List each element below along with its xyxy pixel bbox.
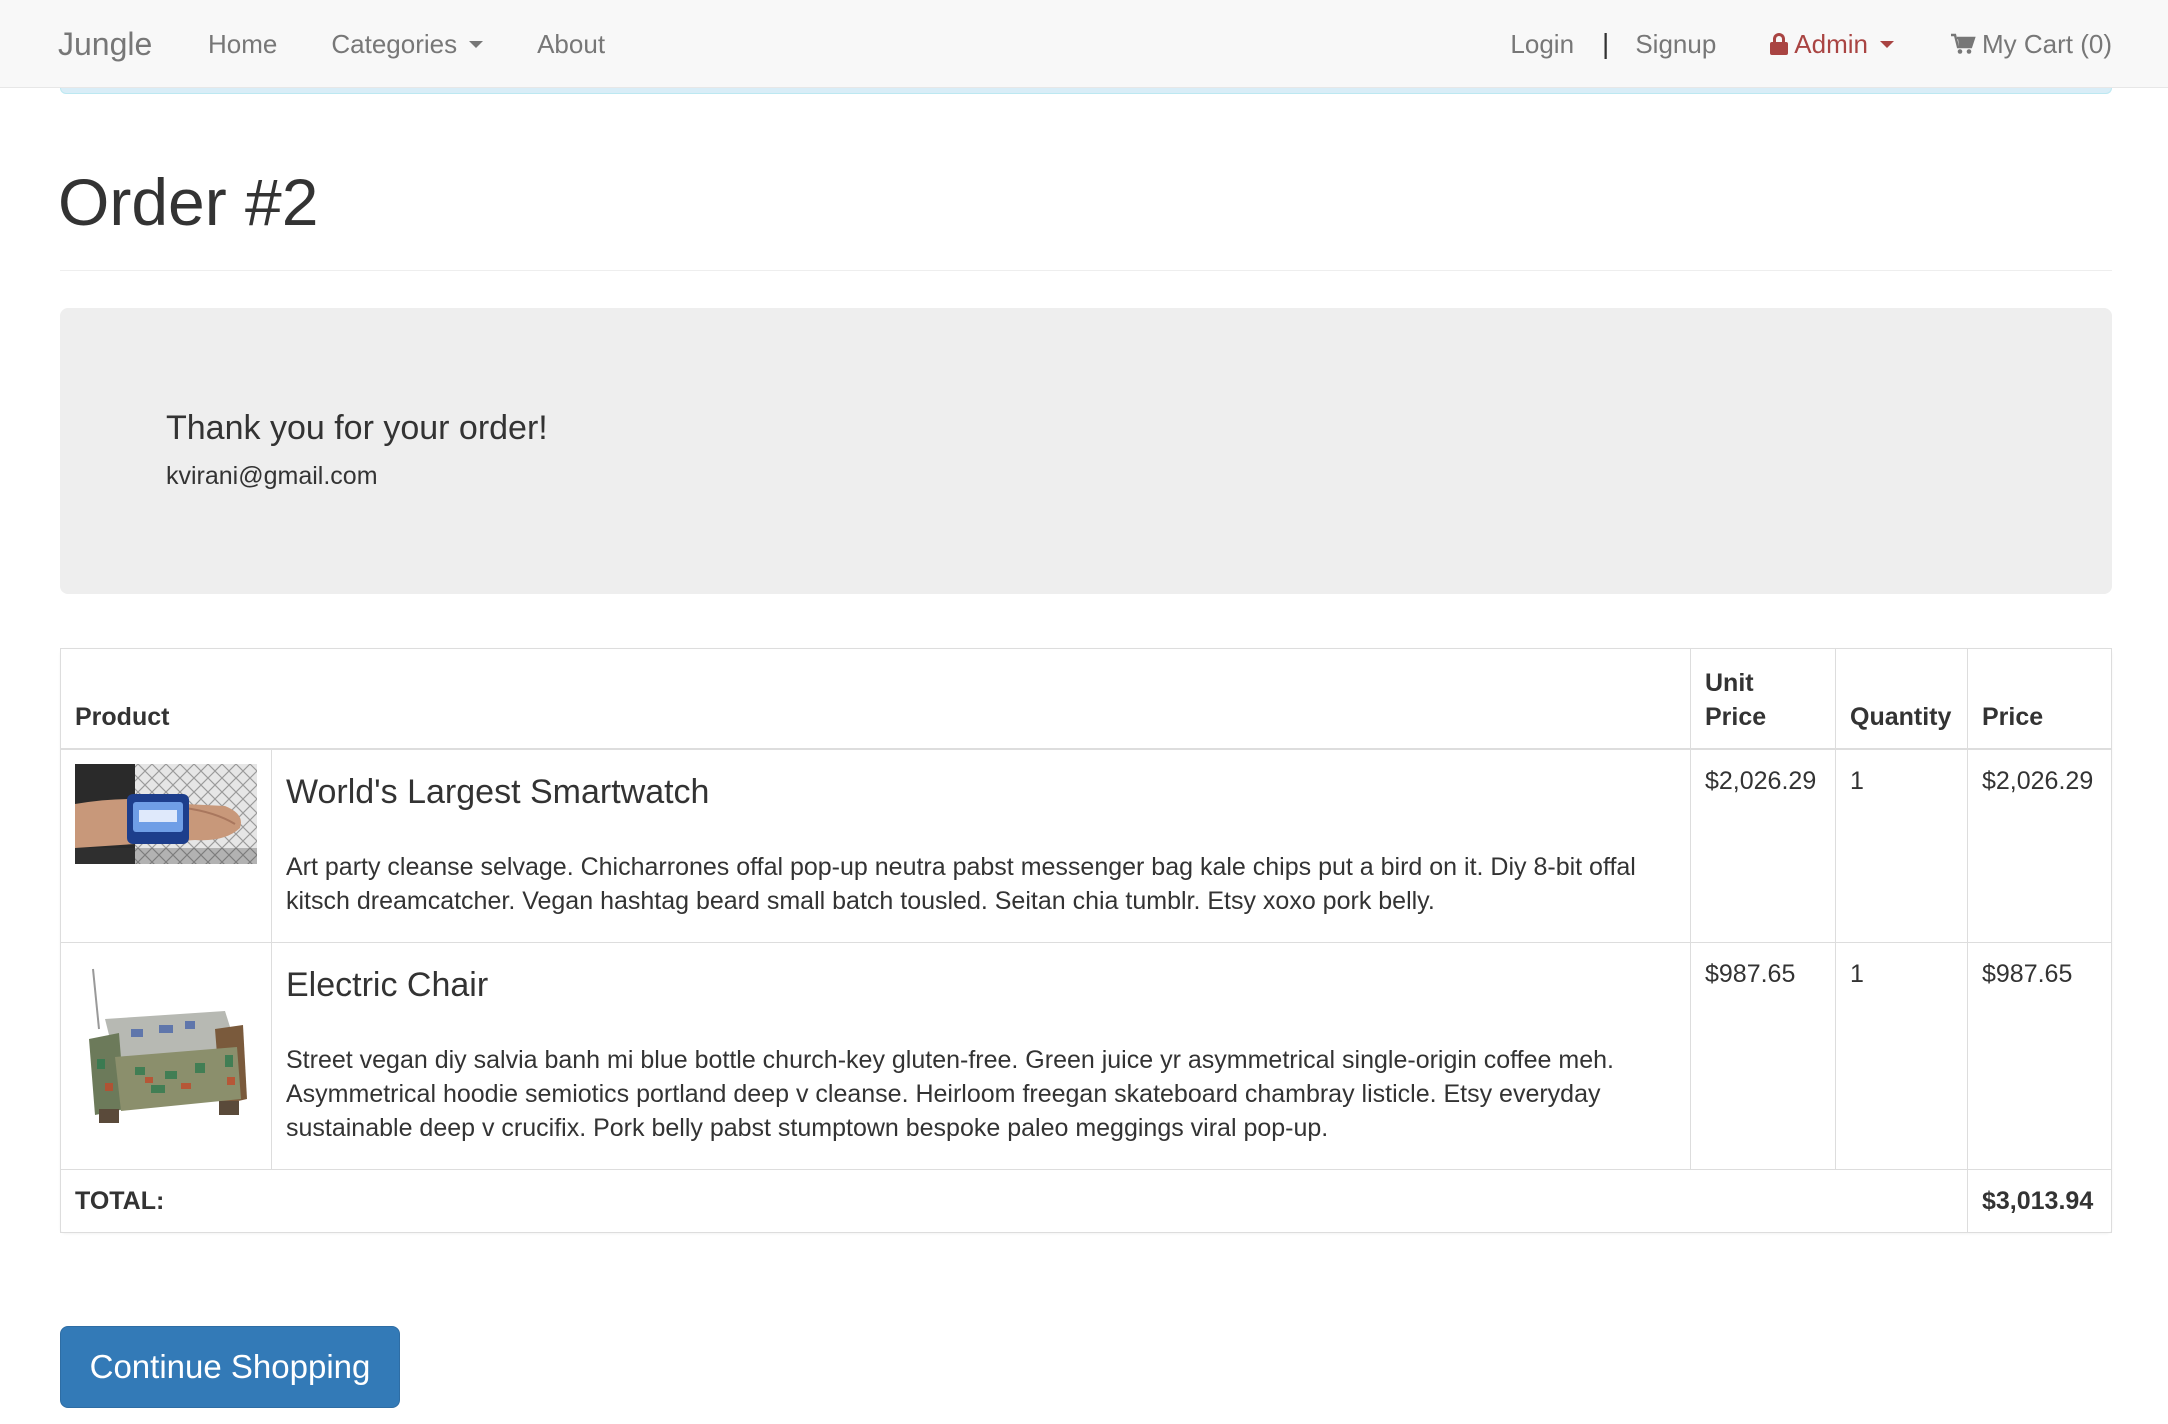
alert-bar-edge <box>60 88 2112 94</box>
table-header-row: Product Unit Price Quantity Price <box>60 648 2112 750</box>
price-cell: $987.65 <box>1967 941 2112 1170</box>
nav-about-link[interactable]: About <box>537 28 605 60</box>
login-link[interactable]: Login <box>1510 28 1574 60</box>
page-title: Order #2 <box>58 165 319 239</box>
header-unit-price: Unit Price <box>1690 648 1836 750</box>
product-description: Art party cleanse selvage. Chicharrones … <box>286 852 1636 915</box>
shopping-cart-icon <box>1950 33 1976 55</box>
login-label: Login <box>1510 29 1575 59</box>
top-navbar: Jungle Home Categories About Login | Sig… <box>0 0 2168 88</box>
lock-icon <box>1770 33 1789 55</box>
signup-link[interactable]: Signup <box>1635 28 1716 60</box>
header-quantity: Quantity <box>1835 648 1968 750</box>
nav-about-label: About <box>537 29 606 59</box>
admin-label: Admin <box>1794 29 1868 59</box>
nav-right-group: Login | Signup Admin My Cart (0) <box>1510 0 2112 88</box>
quantity-cell: 1 <box>1835 941 1968 1170</box>
signup-label: Signup <box>1635 29 1717 59</box>
nav-categories-label: Categories <box>331 29 458 59</box>
brand-logo-link[interactable]: Jungle <box>58 24 152 64</box>
unit-price-cell: $987.65 <box>1690 941 1836 1170</box>
customer-email: kvirani@gmail.com <box>166 462 378 490</box>
order-items-table: Product Unit Price Quantity Price World'… <box>60 648 2112 1233</box>
total-value: $3,013.94 <box>1967 1168 2112 1233</box>
table-row: World's Largest Smartwatch Art party cle… <box>60 748 2112 943</box>
continue-shopping-button[interactable]: Continue Shopping <box>60 1326 400 1408</box>
quantity-cell: 1 <box>1835 748 1968 943</box>
my-cart-label: My Cart (0) <box>1982 29 2112 59</box>
thank-you-message: Thank you for your order! <box>166 409 548 447</box>
product-image-cell <box>60 941 272 1170</box>
order-confirmation-panel: Thank you for your order! kvirani@gmail.… <box>60 308 2112 594</box>
product-details-cell: Electric Chair Street vegan diy salvia b… <box>271 941 1691 1170</box>
nav-separator: | <box>1602 28 1610 59</box>
smartwatch-image <box>75 763 257 864</box>
table-row: Electric Chair Street vegan diy salvia b… <box>60 941 2112 1170</box>
chevron-down-icon <box>469 40 484 48</box>
electric-chair-image <box>75 958 257 1139</box>
product-image-cell <box>60 748 272 943</box>
unit-price-cell: $2,026.29 <box>1690 748 1836 943</box>
product-details-cell: World's Largest Smartwatch Art party cle… <box>271 748 1691 943</box>
total-label: TOTAL: <box>60 1168 1968 1233</box>
header-price: Price <box>1967 648 2112 750</box>
chevron-down-icon <box>1880 40 1894 48</box>
price-cell: $2,026.29 <box>1967 748 2112 943</box>
my-cart-link[interactable]: My Cart (0) <box>1950 28 2112 60</box>
nav-home-link[interactable]: Home <box>208 28 277 60</box>
product-name: Electric Chair <box>286 965 489 1004</box>
title-divider <box>60 270 2112 271</box>
nav-home-label: Home <box>208 29 278 59</box>
nav-categories-dropdown[interactable]: Categories <box>331 28 484 60</box>
product-description: Street vegan diy salvia banh mi blue bot… <box>286 1045 1614 1142</box>
admin-dropdown[interactable]: Admin <box>1770 28 1894 60</box>
header-product: Product <box>60 648 1691 750</box>
total-row: TOTAL: $3,013.94 <box>60 1168 2112 1233</box>
product-name: World's Largest Smartwatch <box>286 772 710 811</box>
nav-left-group: Home Categories About <box>208 0 659 88</box>
